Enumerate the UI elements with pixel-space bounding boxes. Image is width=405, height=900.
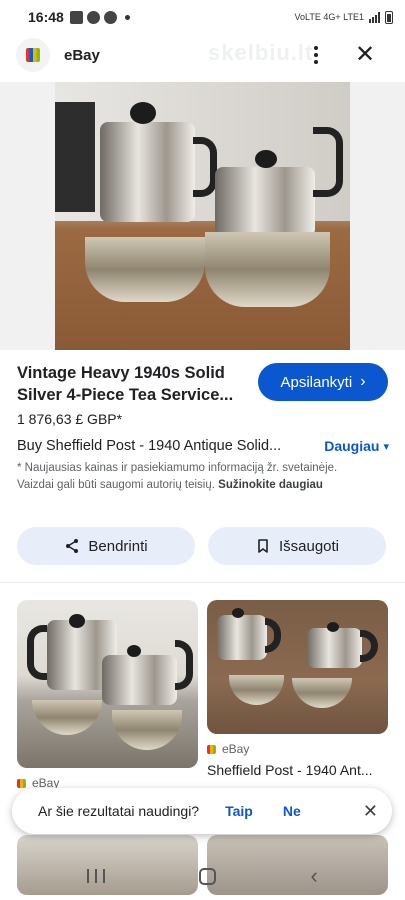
- chevron-down-icon: ▾: [383, 440, 389, 453]
- lens-header: eBay skelbiu.lt ✕: [0, 34, 405, 76]
- product-title[interactable]: Vintage Heavy 1940s Solid Silver 4-Piece…: [17, 362, 239, 406]
- network-label: VoLTE 4G+ LTE1: [294, 12, 364, 22]
- back-icon[interactable]: ‹: [311, 863, 318, 889]
- visit-button[interactable]: Apsilankyti ›: [258, 363, 388, 401]
- more-label: Daugiau: [324, 438, 380, 454]
- more-button[interactable]: Daugiau ▾: [324, 438, 389, 454]
- source-description: Buy Sheffield Post - 1940 Antique Solid.…: [17, 438, 282, 454]
- watermark: skelbiu.lt: [208, 40, 314, 65]
- result-card[interactable]: eBay: [17, 600, 198, 790]
- vpn-icon: [103, 10, 117, 24]
- bookmark-icon: [258, 539, 268, 553]
- system-icons: VoLTE 4G+ LTE1: [294, 10, 393, 24]
- status-time: 16:48: [28, 9, 64, 25]
- close-icon[interactable]: ✕: [352, 42, 378, 68]
- recents-icon[interactable]: [87, 869, 106, 883]
- home-icon[interactable]: [199, 867, 217, 885]
- source-row: Buy Sheffield Post - 1940 Antique Solid.…: [17, 436, 389, 456]
- system-nav-bar: ‹: [0, 852, 405, 900]
- disclaimer: * Naujausias kainas ir pasiekiamumo info…: [17, 460, 377, 494]
- share-label: Bendrinti: [88, 537, 148, 555]
- ebay-mini-icon: [207, 744, 216, 754]
- result-thumbnail[interactable]: [207, 600, 388, 734]
- product-price: 1 876,63 £ GBP*: [17, 411, 123, 427]
- signal-icon: [369, 11, 380, 23]
- save-button[interactable]: Išsaugoti: [208, 527, 386, 565]
- feedback-bar: Ar šie rezultatai naudingi? Taip Ne ✕: [12, 788, 392, 834]
- result-source-name: eBay: [222, 742, 250, 756]
- visit-button-label: Apsilankyti: [280, 373, 353, 391]
- gallery-icon: [69, 10, 83, 24]
- status-bar: 16:48 VoLTE 4G+ LTE1: [0, 0, 405, 34]
- feedback-close-icon[interactable]: ✕: [363, 801, 378, 822]
- more-options-icon[interactable]: [308, 44, 324, 66]
- result-source: eBay: [207, 742, 388, 756]
- battery-icon: [385, 10, 393, 24]
- share-icon: [66, 539, 79, 553]
- save-label: Išsaugoti: [278, 537, 340, 555]
- chevron-right-icon: ›: [360, 373, 366, 390]
- site-name: eBay: [64, 46, 100, 64]
- feedback-no-button[interactable]: Ne: [283, 803, 301, 819]
- product-image-area: [0, 82, 405, 350]
- result-title[interactable]: Sheffield Post - 1940 Ant...: [207, 762, 382, 778]
- result-card[interactable]: eBay Sheffield Post - 1940 Ant...: [207, 600, 388, 778]
- ebay-mini-icon: [17, 778, 26, 788]
- divider: [0, 582, 405, 583]
- share-button[interactable]: Bendrinti: [17, 527, 195, 565]
- learn-more-link[interactable]: Sužinokite daugiau: [218, 479, 323, 491]
- feedback-yes-button[interactable]: Taip: [225, 803, 253, 819]
- messenger-icon: [86, 10, 100, 24]
- more-notifications-dot: [124, 14, 130, 20]
- product-image[interactable]: [55, 82, 350, 350]
- notification-icons: [69, 10, 130, 24]
- result-thumbnail[interactable]: [17, 600, 198, 768]
- ebay-logo-icon: [16, 38, 50, 72]
- feedback-question: Ar šie rezultatai naudingi?: [38, 803, 200, 819]
